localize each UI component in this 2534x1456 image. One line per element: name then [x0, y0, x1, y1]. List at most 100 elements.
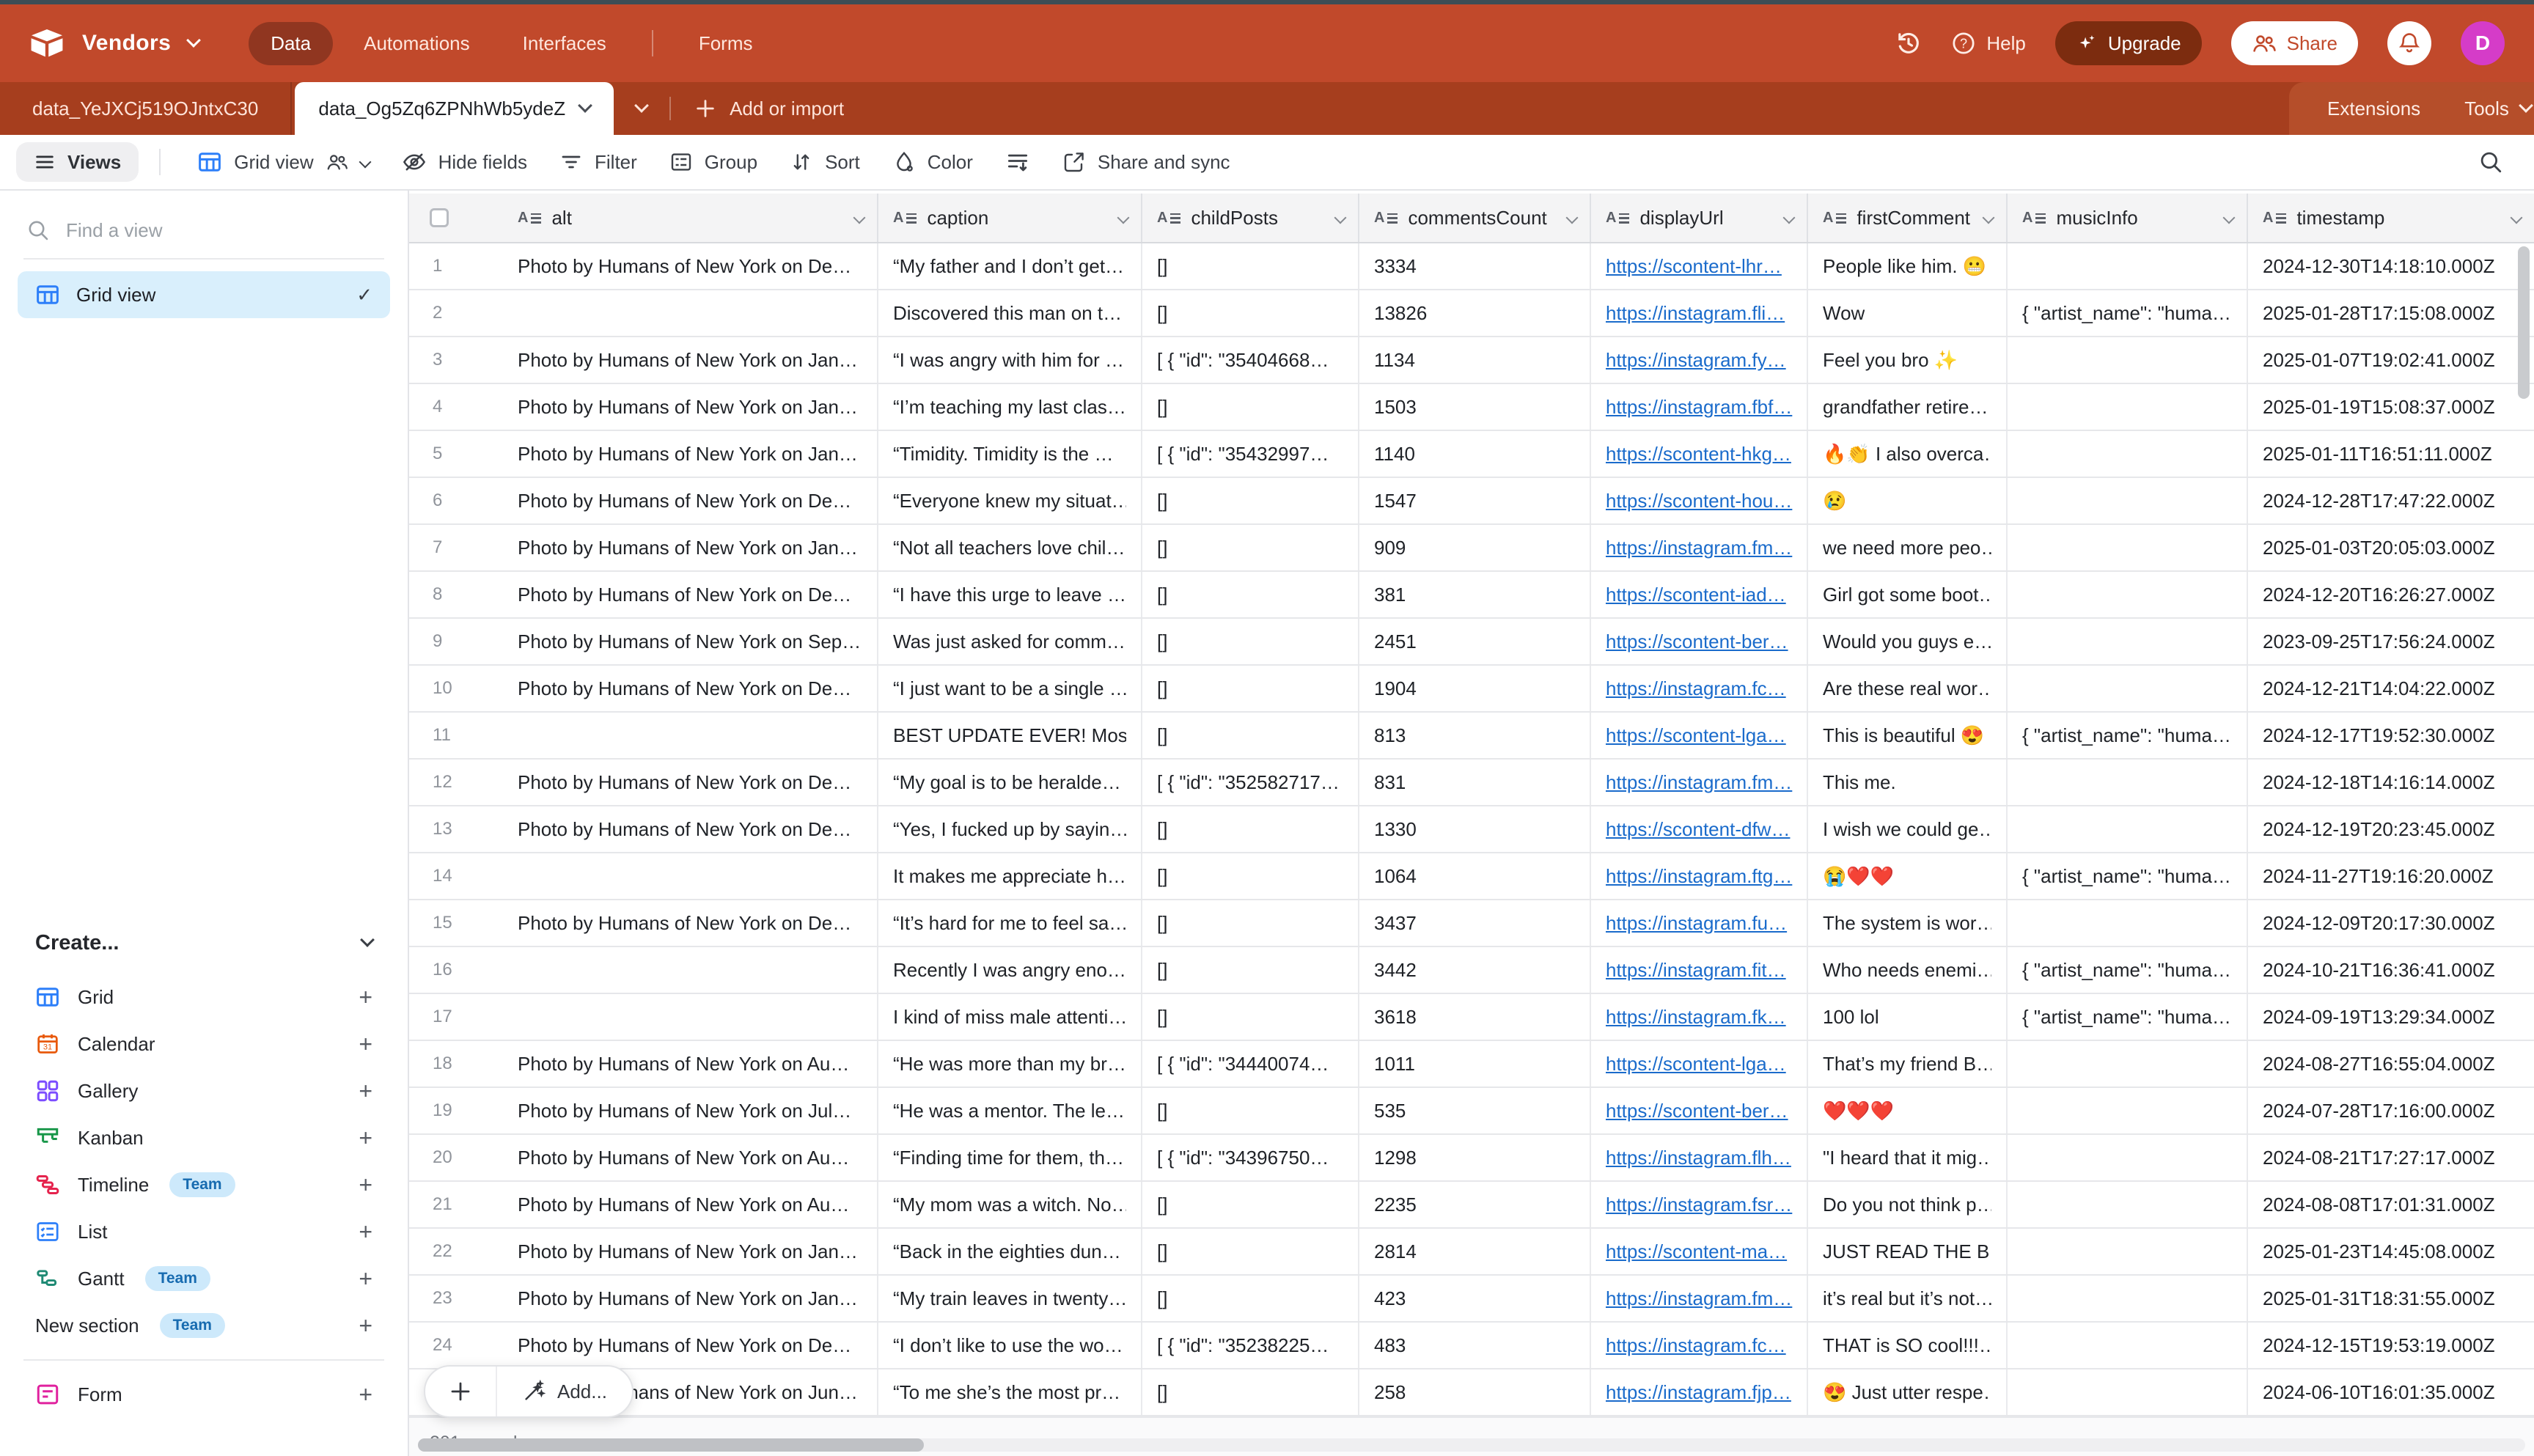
select-all-checkbox[interactable]	[430, 208, 449, 227]
display-url-link[interactable]: https://instagram.fy…	[1606, 349, 1786, 372]
create-header[interactable]: Create...	[18, 921, 390, 965]
add-view-plus-icon[interactable]: +	[359, 1031, 372, 1058]
cell-timestamp[interactable]: 2025-01-07T19:02:41.000Z	[2248, 337, 2534, 383]
cell-commentsCount[interactable]: 909	[1359, 525, 1591, 570]
display-url-link[interactable]: https://instagram.ftg…	[1606, 865, 1792, 888]
cell-timestamp[interactable]: 2024-12-30T14:18:10.000Z	[2248, 243, 2534, 289]
display-url-link[interactable]: https://instagram.fjp…	[1606, 1381, 1791, 1404]
display-url-link[interactable]: https://scontent-iad…	[1606, 584, 1786, 606]
display-url-link[interactable]: https://scontent-lga…	[1606, 724, 1786, 747]
cell-displayUrl[interactable]: https://instagram.fm…	[1591, 525, 1808, 570]
cell-firstComment[interactable]: Girl got some boot…	[1808, 572, 2008, 617]
add-record-button[interactable]	[425, 1367, 497, 1416]
add-view-plus-icon[interactable]: +	[359, 1172, 372, 1199]
cell-firstComment[interactable]: Who needs enemi…	[1808, 947, 2008, 993]
cell-commentsCount[interactable]: 813	[1359, 713, 1591, 758]
cell-firstComment[interactable]: That’s my friend B…	[1808, 1041, 2008, 1087]
cell-firstComment[interactable]: Would you guys e…	[1808, 619, 2008, 664]
cell-musicInfo[interactable]: { "artist_name": "huma…	[2008, 853, 2248, 899]
cell-alt[interactable]	[491, 994, 878, 1040]
cell-musicInfo[interactable]: { "artist_name": "huma…	[2008, 947, 2248, 993]
cell-musicInfo[interactable]	[2008, 1229, 2248, 1274]
cell-caption[interactable]: “Finding time for them, th…	[878, 1135, 1142, 1180]
cell-commentsCount[interactable]: 2451	[1359, 619, 1591, 664]
display-url-link[interactable]: https://scontent-dfw…	[1606, 818, 1790, 841]
cell-commentsCount[interactable]: 535	[1359, 1088, 1591, 1133]
hide-fields-button[interactable]: Hide fields	[386, 141, 543, 183]
cell-alt[interactable]: Photo by Humans of New York on Jan…	[491, 1229, 878, 1274]
cell-firstComment[interactable]: Wow	[1808, 290, 2008, 336]
column-header-displayUrl[interactable]: A displayUrl	[1591, 194, 1808, 242]
cell-displayUrl[interactable]: https://instagram.fc…	[1591, 666, 1808, 711]
row-height-button[interactable]	[989, 141, 1046, 183]
cell-timestamp[interactable]: 2024-09-19T13:29:34.000Z	[2248, 994, 2534, 1040]
cell-displayUrl[interactable]: https://instagram.fsr…	[1591, 1182, 1808, 1227]
cell-displayUrl[interactable]: https://scontent-hou…	[1591, 478, 1808, 523]
cell-commentsCount[interactable]: 1134	[1359, 337, 1591, 383]
cell-timestamp[interactable]: 2024-07-28T17:16:00.000Z	[2248, 1088, 2534, 1133]
nav-tab-forms[interactable]: Forms	[677, 22, 775, 65]
add-view-plus-icon[interactable]: +	[359, 1218, 372, 1246]
sidebar-create-item-gantt[interactable]: GanttTeam+	[18, 1255, 390, 1302]
cell-caption[interactable]: “My train leaves in twenty…	[878, 1276, 1142, 1321]
cell-caption[interactable]: “To me she’s the most pr…	[878, 1369, 1142, 1415]
cell-alt[interactable]: Photo by Humans of New York on Au…	[491, 1135, 878, 1180]
cell-firstComment[interactable]: 100 lol	[1808, 994, 2008, 1040]
cell-commentsCount[interactable]: 483	[1359, 1323, 1591, 1368]
display-url-link[interactable]: https://instagram.flh…	[1606, 1147, 1791, 1169]
column-header-childPosts[interactable]: A childPosts	[1142, 194, 1359, 242]
sort-button[interactable]: Sort	[774, 141, 876, 183]
cell-firstComment[interactable]: Are these real wor…	[1808, 666, 2008, 711]
cell-commentsCount[interactable]: 3618	[1359, 994, 1591, 1040]
cell-timestamp[interactable]: 2025-01-28T17:15:08.000Z	[2248, 290, 2534, 336]
display-url-link[interactable]: https://instagram.fit…	[1606, 959, 1786, 982]
cell-displayUrl[interactable]: https://instagram.fy…	[1591, 337, 1808, 383]
cell-musicInfo[interactable]: { "artist_name": "huma…	[2008, 994, 2248, 1040]
views-button[interactable]: Views	[16, 142, 139, 182]
cell-timestamp[interactable]: 2024-12-17T19:52:30.000Z	[2248, 713, 2534, 758]
add-or-import-button[interactable]: Add or import	[671, 82, 867, 135]
cell-childPosts[interactable]: []	[1142, 1276, 1359, 1321]
cell-musicInfo[interactable]	[2008, 572, 2248, 617]
sidebar-create-item-grid[interactable]: Grid+	[18, 974, 390, 1021]
cell-musicInfo[interactable]	[2008, 760, 2248, 805]
cell-commentsCount[interactable]: 3437	[1359, 900, 1591, 946]
sidebar-create-item-calendar[interactable]: 31Calendar+	[18, 1021, 390, 1067]
cell-timestamp[interactable]: 2024-08-27T16:55:04.000Z	[2248, 1041, 2534, 1087]
column-header-alt[interactable]: A alt	[491, 194, 878, 242]
cell-commentsCount[interactable]: 831	[1359, 760, 1591, 805]
cell-firstComment[interactable]: This is beautiful 😍	[1808, 713, 2008, 758]
cell-childPosts[interactable]: []	[1142, 806, 1359, 852]
cell-caption[interactable]: “Timidity. Timidity is the …	[878, 431, 1142, 477]
display-url-link[interactable]: https://instagram.fm…	[1606, 537, 1792, 559]
cell-displayUrl[interactable]: https://scontent-iad…	[1591, 572, 1808, 617]
cell-timestamp[interactable]: 2024-08-08T17:01:31.000Z	[2248, 1182, 2534, 1227]
cell-timestamp[interactable]: 2025-01-19T15:08:37.000Z	[2248, 384, 2534, 430]
cell-firstComment[interactable]: grandfather retire…	[1808, 384, 2008, 430]
cell-commentsCount[interactable]: 13826	[1359, 290, 1591, 336]
cell-musicInfo[interactable]	[2008, 1323, 2248, 1368]
cell-childPosts[interactable]: []	[1142, 713, 1359, 758]
cell-commentsCount[interactable]: 423	[1359, 1276, 1591, 1321]
add-view-plus-icon[interactable]: +	[359, 1265, 372, 1293]
cell-childPosts[interactable]: [ { "id": "34396750…	[1142, 1135, 1359, 1180]
cell-commentsCount[interactable]: 1011	[1359, 1041, 1591, 1087]
display-url-link[interactable]: https://instagram.fu…	[1606, 912, 1787, 935]
cell-childPosts[interactable]: []	[1142, 994, 1359, 1040]
cell-caption[interactable]: “I have this urge to leave …	[878, 572, 1142, 617]
cell-musicInfo[interactable]	[2008, 900, 2248, 946]
cell-alt[interactable]: Photo by Humans of New York on De…	[491, 478, 878, 523]
cell-childPosts[interactable]: []	[1142, 853, 1359, 899]
cell-musicInfo[interactable]	[2008, 619, 2248, 664]
cell-childPosts[interactable]: []	[1142, 666, 1359, 711]
cell-alt[interactable]: Photo by Humans of New York on De…	[491, 666, 878, 711]
cell-timestamp[interactable]: 2025-01-11T16:51:11.000Z	[2248, 431, 2534, 477]
cell-commentsCount[interactable]: 1064	[1359, 853, 1591, 899]
cell-timestamp[interactable]: 2025-01-31T18:31:55.000Z	[2248, 1276, 2534, 1321]
cell-caption[interactable]: “I was angry with him for …	[878, 337, 1142, 383]
color-button[interactable]: Color	[876, 141, 989, 183]
add-view-plus-icon[interactable]: +	[359, 1125, 372, 1152]
cell-caption[interactable]: BEST UPDATE EVER! Mos…	[878, 713, 1142, 758]
sidebar-create-item-form[interactable]: Form+	[18, 1371, 390, 1418]
cell-commentsCount[interactable]: 1298	[1359, 1135, 1591, 1180]
